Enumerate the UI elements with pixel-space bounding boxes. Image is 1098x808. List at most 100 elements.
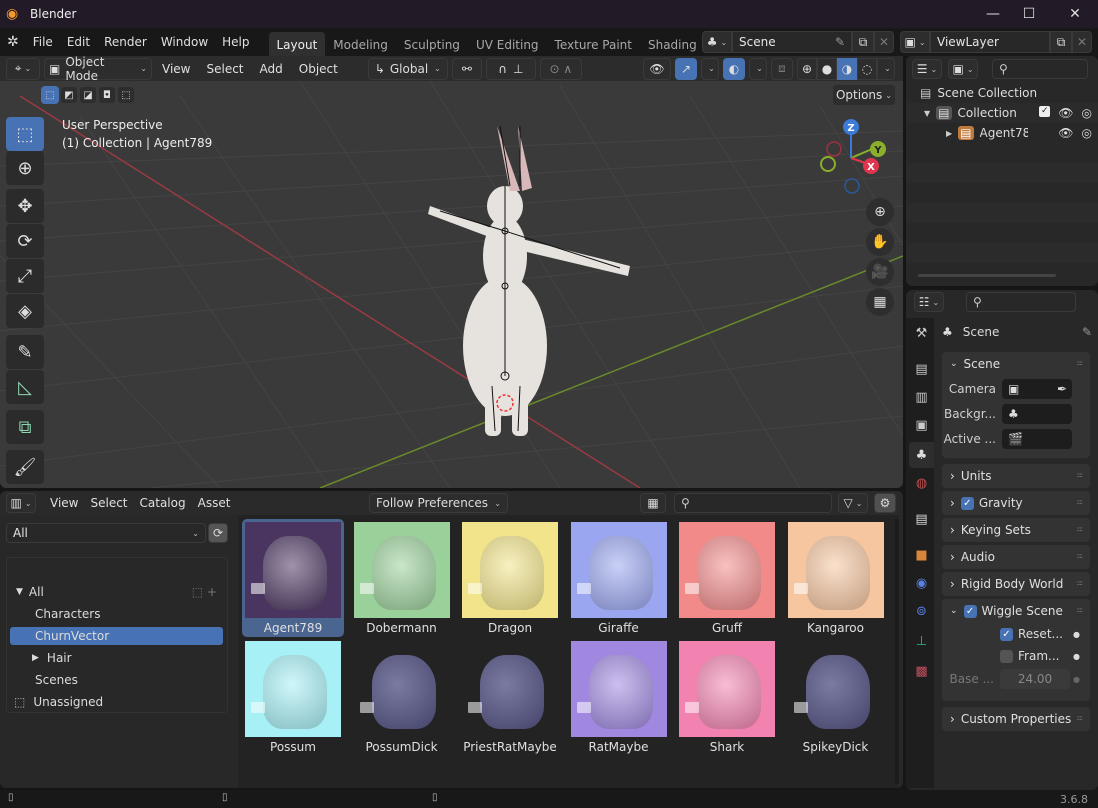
- delete-view-layer-button[interactable]: ✕: [1072, 31, 1092, 53]
- active-clip-field[interactable]: 🎬: [1002, 428, 1072, 449]
- shading-dropdown[interactable]: ⌄: [877, 57, 895, 80]
- import-method-dropdown[interactable]: Follow Preferences ⌄: [369, 493, 508, 513]
- blender-menu-icon[interactable]: ✲: [0, 31, 26, 53]
- tool-select-box[interactable]: ⬚: [6, 117, 44, 151]
- viewport-menu-object[interactable]: Object: [293, 62, 344, 76]
- asset-menu-select[interactable]: Select: [84, 496, 133, 510]
- maximize-button[interactable]: ☐: [1008, 0, 1050, 28]
- pivot-point-dropdown[interactable]: ⚯: [451, 57, 482, 80]
- keyframe-dot-icon[interactable]: ●: [1073, 652, 1080, 661]
- tab-object-data[interactable]: ⊥: [909, 628, 934, 654]
- asset-editor-type-button[interactable]: ▥ ⌄: [6, 493, 36, 513]
- menu-edit[interactable]: Edit: [60, 31, 97, 53]
- asset-grid-scrollbar[interactable]: [895, 519, 899, 784]
- expand-arrow-icon[interactable]: ▼: [924, 109, 930, 118]
- tool-move[interactable]: ✥: [6, 189, 44, 223]
- properties-search-input[interactable]: ⚲: [966, 292, 1076, 312]
- tab-tool[interactable]: ⚒: [909, 320, 934, 346]
- asset-menu-view[interactable]: View: [44, 496, 84, 510]
- panel-custom-properties[interactable]: › Custom Properties::::: [942, 707, 1090, 731]
- tool-measure[interactable]: ◺: [6, 370, 44, 404]
- tab-scene[interactable]: ♣: [909, 442, 934, 468]
- tab-modeling[interactable]: Modeling: [325, 32, 396, 56]
- tool-paint[interactable]: 🖌: [6, 450, 44, 484]
- tab-physics[interactable]: ◉: [909, 570, 934, 596]
- eyedropper-icon[interactable]: ✒: [1057, 382, 1067, 396]
- exclude-checkbox[interactable]: ✓: [1039, 106, 1051, 117]
- keyframe-dot-icon[interactable]: ●: [1073, 675, 1080, 684]
- tab-output[interactable]: ▥: [909, 384, 934, 410]
- scene-name-field[interactable]: Scene ✎: [732, 31, 852, 53]
- asset-tile[interactable]: Possum: [242, 638, 344, 756]
- panel-keying-sets[interactable]: › Keying Sets::::: [942, 518, 1090, 542]
- outliner-editor-type-button[interactable]: ☰ ⌄: [912, 59, 942, 79]
- display-mode-button[interactable]: ▦: [640, 493, 666, 513]
- panel-audio[interactable]: › Audio::::: [942, 545, 1090, 569]
- render-camera-icon[interactable]: ◎: [1082, 126, 1092, 140]
- editor-type-button[interactable]: ⌖ ⌄: [6, 57, 40, 80]
- select-extend-button[interactable]: ◩: [60, 86, 78, 104]
- select-invert-button[interactable]: ◘: [98, 86, 116, 104]
- pin-icon[interactable]: ✎: [835, 35, 845, 49]
- solid-shading-button[interactable]: ●: [817, 57, 837, 80]
- viewport-menu-view[interactable]: View: [156, 62, 196, 76]
- asset-tile[interactable]: Agent789: [242, 519, 344, 637]
- overlays-toggle[interactable]: ◐: [723, 57, 745, 80]
- properties-editor-type-button[interactable]: ☷ ⌄: [914, 292, 944, 312]
- background-scene-field[interactable]: ♣: [1002, 403, 1072, 424]
- overlays-dropdown[interactable]: ⌄: [749, 57, 767, 80]
- navigation-gizmo[interactable]: Z Y X: [810, 116, 890, 196]
- outliner-search-input[interactable]: ⚲: [992, 59, 1088, 79]
- outliner-scrollbar[interactable]: [918, 274, 1056, 277]
- asset-tile[interactable]: PriestRatMaybe: [459, 638, 561, 756]
- asset-search-input[interactable]: ⚲: [674, 493, 832, 513]
- gizmo-dropdown[interactable]: ⌄: [701, 57, 719, 80]
- rendered-shading-button[interactable]: ◌: [857, 57, 877, 80]
- expand-arrow-icon[interactable]: ▼: [16, 587, 23, 597]
- camera-field[interactable]: ▣ ✒: [1002, 378, 1072, 399]
- asset-tile[interactable]: Shark: [676, 638, 778, 756]
- panel-wiggle-scene-header[interactable]: ⌄ ✓ Wiggle Scene::::: [942, 599, 1090, 623]
- zoom-view-button[interactable]: ⊕: [866, 198, 894, 226]
- mode-dropdown[interactable]: ▣ Object Mode ⌄: [44, 56, 152, 83]
- snap-toggle[interactable]: ∩ ⊥: [485, 57, 536, 80]
- gizmo-toggle[interactable]: ↗: [675, 57, 697, 80]
- view-layer-name-field[interactable]: ViewLayer: [930, 31, 1050, 53]
- tab-shading[interactable]: Shading: [640, 32, 705, 56]
- tab-view-layer[interactable]: ▣: [909, 412, 934, 438]
- viewport-menu-add[interactable]: Add: [254, 62, 289, 76]
- wiggle-scene-checkbox[interactable]: ✓: [963, 604, 977, 618]
- transform-orientation-dropdown[interactable]: ↳ Global ⌄: [367, 57, 448, 80]
- select-subtract-button[interactable]: ◪: [79, 86, 97, 104]
- xray-toggle[interactable]: ⧈: [771, 57, 793, 80]
- catalog-scenes[interactable]: Scenes: [10, 671, 223, 689]
- catalog-unassigned[interactable]: ⬚ Unassigned: [10, 693, 223, 711]
- panel-gravity[interactable]: › ✓ Gravity::::: [942, 491, 1090, 515]
- eye-icon[interactable]: 👁: [1058, 106, 1073, 120]
- menu-window[interactable]: Window: [154, 31, 215, 53]
- frame-checkbox[interactable]: [1000, 649, 1013, 663]
- gravity-checkbox[interactable]: ✓: [960, 496, 974, 510]
- proportional-editing-toggle[interactable]: ⊙ ∧: [539, 57, 582, 80]
- tool-add-cube[interactable]: ⧉: [6, 410, 44, 444]
- tool-cursor[interactable]: ⊕: [6, 151, 44, 185]
- select-new-button[interactable]: ⬚: [41, 86, 59, 104]
- tab-texture[interactable]: ▩: [909, 658, 934, 684]
- menu-help[interactable]: Help: [215, 31, 256, 53]
- filter-dropdown[interactable]: ▽ ⌄: [838, 493, 868, 513]
- delete-scene-button[interactable]: ✕: [874, 31, 894, 53]
- settings-toggle[interactable]: ⚙: [874, 493, 896, 513]
- outliner-row-agent789[interactable]: ▶ ▤ Agent789 👁 ◎: [906, 123, 1098, 143]
- catalog-all[interactable]: ▼ All ⬚ +: [10, 583, 223, 601]
- ortho-toggle-button[interactable]: ▦: [866, 288, 894, 316]
- new-scene-button[interactable]: ⧉: [852, 31, 874, 53]
- asset-tile[interactable]: Gruff: [676, 519, 778, 637]
- refresh-library-button[interactable]: ⟳: [208, 523, 228, 543]
- asset-tile[interactable]: Dobermann: [351, 519, 453, 637]
- tab-uv-editing[interactable]: UV Editing: [468, 32, 547, 56]
- catalog-hair[interactable]: ▶ Hair: [10, 649, 223, 667]
- tool-transform[interactable]: ◈: [6, 294, 44, 328]
- scene-browse-button[interactable]: ♣ ⌄: [702, 31, 732, 53]
- asset-tile[interactable]: Dragon: [459, 519, 561, 637]
- new-view-layer-button[interactable]: ⧉: [1050, 31, 1072, 53]
